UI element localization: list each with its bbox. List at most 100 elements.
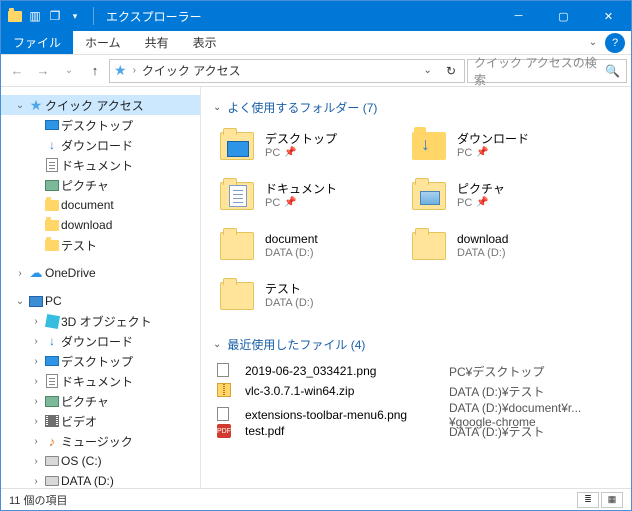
expand-icon[interactable]: › [29,336,43,347]
folder-icon: ↓ [409,126,449,166]
folder-item[interactable]: ピクチャPC📌 [409,174,589,218]
sidebar-pc-item[interactable]: ›OS (C:) [1,451,200,471]
folder-item[interactable]: downloadDATA (D:) [409,224,589,268]
folder-name: ドキュメント [265,182,337,197]
sidebar-pc-item[interactable]: ›♪ミュージック [1,431,200,451]
sidebar-qa-item[interactable]: document [1,195,200,215]
item-icon [43,393,61,409]
folder-name: ピクチャ [457,182,505,197]
sidebar-qa-item[interactable]: ピクチャ [1,175,200,195]
sidebar-pc-item[interactable]: ›ピクチャ [1,391,200,411]
expand-icon[interactable]: › [29,436,43,447]
folder-item[interactable]: ドキュメントPC📌 [217,174,397,218]
expand-icon[interactable]: › [29,476,43,487]
file-name: vlc-3.0.7.1-win64.zip [245,384,445,398]
navigation-row: ← → ⌄ ↑ ★ › クイック アクセス ⌄ ↻ クイック アクセスの検索 🔍 [1,55,631,87]
title-bar: ▥ ❐ ▾ エクスプローラー ─ ▢ ✕ [1,1,631,31]
section-title: 最近使用したファイル (4) [227,336,365,353]
details-view-button[interactable]: ≣ [577,492,599,508]
search-input[interactable]: クイック アクセスの検索 🔍 [467,59,627,83]
address-dropdown-icon[interactable]: ⌄ [420,65,436,76]
back-button[interactable]: ← [5,59,29,83]
sidebar-qa-item[interactable]: ドキュメント [1,155,200,175]
sidebar-qa-item[interactable]: テスト [1,235,200,255]
tab-home[interactable]: ホーム [73,31,133,54]
sidebar-pc[interactable]: ⌄ PC [1,291,200,311]
file-icon [217,407,241,424]
item-icon [43,413,61,429]
sidebar-label: クイック アクセス [45,97,144,114]
up-button[interactable]: ↑ [83,59,107,83]
sidebar-qa-item[interactable]: ↓ダウンロード [1,135,200,155]
folder-icon [409,176,449,216]
sidebar-pc-item[interactable]: ›↓ダウンロード [1,331,200,351]
recent-file-row[interactable]: 2019-06-23_033421.pngPC¥デスクトップ [217,361,621,381]
expand-icon[interactable]: › [29,416,43,427]
tab-share[interactable]: 共有 [133,31,181,54]
sidebar-item-label: DATA (D:) [61,474,114,488]
search-icon[interactable]: 🔍 [605,64,620,78]
folder-icon [409,226,449,266]
sidebar-qa-item[interactable]: デスクトップ [1,115,200,135]
ribbon-expand-icon[interactable]: ⌄ [583,31,603,54]
recent-file-row[interactable]: vlc-3.0.7.1-win64.zipDATA (D:)¥テスト [217,381,621,401]
sidebar-pc-item[interactable]: ›ドキュメント [1,371,200,391]
recent-file-row[interactable]: PDFtest.pdfDATA (D:)¥テスト [217,421,621,441]
item-icon [43,313,61,329]
sidebar-onedrive[interactable]: › ☁ OneDrive [1,263,200,283]
item-icon [43,177,61,193]
collapse-icon[interactable]: ⌄ [213,102,221,113]
expand-icon[interactable]: ⌄ [13,296,27,307]
sidebar-item-label: ダウンロード [61,333,133,350]
help-icon[interactable]: ? [605,33,625,53]
recent-locations-button[interactable]: ⌄ [57,59,81,83]
folder-item[interactable]: ↓ダウンロードPC📌 [409,124,589,168]
image-file-icon [217,407,229,421]
minimize-button[interactable]: ─ [496,1,541,31]
frequent-folders-header[interactable]: ⌄ よく使用するフォルダー (7) [211,95,621,124]
address-bar[interactable]: ★ › クイック アクセス ⌄ ↻ [109,59,465,83]
breadcrumb-chevron-icon[interactable]: › [133,65,136,76]
qat-dropdown-icon[interactable]: ▾ [67,8,83,24]
file-icon: PDF [217,424,241,438]
sidebar-item-label: テスト [61,237,97,254]
file-location: PC¥デスクトップ [449,363,621,380]
sidebar-pc-item[interactable]: ›3D オブジェクト [1,311,200,331]
sidebar-pc-item[interactable]: › DATA (D:) [1,471,200,488]
folder-location: PC [265,147,280,161]
expand-icon[interactable]: ⌄ [13,100,27,111]
pc-icon [27,293,45,309]
status-bar: 11 個の項目 ≣ ▦ [1,488,631,510]
sidebar-quick-access[interactable]: ⌄ ★ クイック アクセス [1,95,200,115]
sidebar-pc-item[interactable]: ›ビデオ [1,411,200,431]
sidebar-pc-item[interactable]: › デスクトップ [1,351,200,371]
sidebar-qa-item[interactable]: download [1,215,200,235]
tab-file[interactable]: ファイル [1,31,73,54]
folder-item[interactable]: documentDATA (D:) [217,224,397,268]
folder-location: DATA (D:) [457,247,505,261]
recent-file-row[interactable]: extensions-toolbar-menu6.pngDATA (D:)¥do… [217,401,621,421]
close-button[interactable]: ✕ [586,1,631,31]
expand-icon[interactable]: › [29,356,43,367]
expand-icon[interactable]: › [29,456,43,467]
recent-files-header[interactable]: ⌄ 最近使用したファイル (4) [211,332,621,361]
maximize-button[interactable]: ▢ [541,1,586,31]
sidebar-label: PC [45,294,62,308]
expand-icon[interactable]: › [29,396,43,407]
folder-item[interactable]: テストDATA (D:) [217,274,397,318]
item-icon [43,453,61,469]
folder-item[interactable]: デスクトップPC📌 [217,124,397,168]
item-icon [43,473,61,488]
expand-icon[interactable]: › [29,316,43,327]
forward-button[interactable]: → [31,59,55,83]
refresh-button[interactable]: ↻ [442,64,460,78]
window-title: エクスプローラー [100,8,202,25]
expand-icon[interactable]: › [13,268,27,279]
tab-view[interactable]: 表示 [181,31,229,54]
expand-icon[interactable]: › [29,376,43,387]
collapse-icon[interactable]: ⌄ [213,339,221,350]
icons-view-button[interactable]: ▦ [601,492,623,508]
new-folder-qat-icon[interactable]: ❐ [47,8,63,24]
sidebar-item-label: デスクトップ [61,353,133,370]
properties-qat-icon[interactable]: ▥ [27,8,43,24]
